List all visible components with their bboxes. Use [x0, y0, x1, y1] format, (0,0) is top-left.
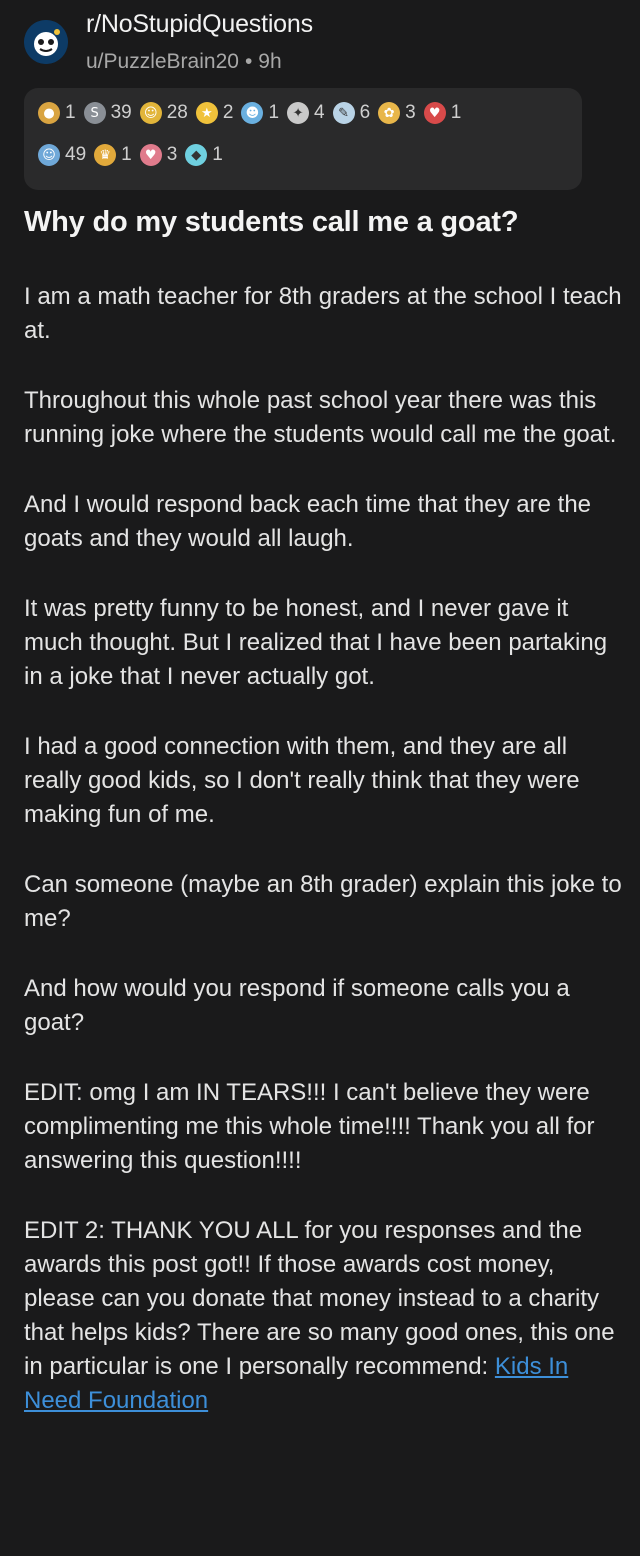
award-platinum[interactable]: ◆ 1 — [185, 144, 223, 166]
award-helpful[interactable]: ● 1 — [38, 102, 76, 124]
award-heart-eyes[interactable]: ♥ 3 — [139, 144, 178, 166]
award-count: 4 — [314, 102, 325, 123]
post-title: Why do my students call me a goat? — [24, 206, 519, 238]
post-paragraph: And I would respond back each time that … — [24, 491, 592, 552]
hug-award-icon: ✿ — [378, 102, 401, 124]
award-count: 49 — [65, 144, 87, 165]
award-count: 3 — [166, 144, 178, 165]
award-count: 28 — [166, 102, 188, 123]
author-link[interactable]: u/PuzzleBrain20 — [86, 50, 239, 73]
award-pencil[interactable]: ✎ 6 — [332, 102, 371, 124]
award-laughing[interactable]: ☻ 1 — [241, 102, 279, 124]
heart-eyes-award-icon: ♥ — [139, 144, 162, 166]
helpful-award-icon: ● — [38, 102, 60, 124]
award-count: 1 — [65, 102, 76, 123]
award-count: 1 — [212, 144, 223, 165]
post-paragraph: I had a good connection with them, and t… — [24, 733, 580, 828]
post-paragraph: Throughout this whole past school year t… — [24, 387, 617, 448]
award-count: 3 — [405, 102, 416, 123]
post-paragraph: I am a math teacher for 8th graders at t… — [24, 283, 622, 344]
face-award-icon: ☺ — [38, 144, 60, 166]
heart-award-icon: ♥ — [423, 102, 446, 124]
rocket-award-icon: ✦ — [287, 102, 310, 124]
subreddit-logo-icon — [24, 20, 68, 64]
award-rocket[interactable]: ✦ 4 — [287, 102, 325, 124]
platinum-award-icon: ◆ — [185, 144, 208, 166]
award-wholesome[interactable]: ☺ 28 — [139, 102, 188, 124]
post-meta: u/PuzzleBrain20 • 9h — [86, 50, 282, 74]
award-count: 1 — [268, 102, 280, 123]
trophy-award-icon: ♛ — [94, 144, 117, 166]
award-count: 2 — [222, 102, 234, 123]
award-count: 6 — [359, 102, 371, 123]
awards-row-1: ● 1 S 39 ☺ 28 ★ 2 ☻ 1 ✦ 4 ✎ 6 ✿ 3 ♥ 1 — [38, 102, 469, 124]
award-count: 1 — [450, 102, 462, 123]
post-paragraph-edit2: EDIT 2: THANK YOU ALL for you responses … — [24, 1214, 624, 1418]
award-gold[interactable]: ★ 2 — [195, 102, 234, 124]
award-face[interactable]: ☺ 49 — [38, 144, 86, 166]
meta-separator: • — [244, 50, 253, 73]
subreddit-name[interactable]: r/NoStupidQuestions — [86, 10, 313, 39]
silver-award-icon: S — [83, 102, 106, 124]
award-count: 1 — [121, 144, 132, 165]
post-age: 9h — [258, 50, 282, 73]
award-hug[interactable]: ✿ 3 — [378, 102, 416, 124]
gold-award-icon: ★ — [195, 102, 218, 124]
post-paragraph: Can someone (maybe an 8th grader) explai… — [24, 871, 622, 932]
award-heart[interactable]: ♥ 1 — [423, 102, 462, 124]
award-count: 39 — [110, 102, 132, 123]
post-paragraph: It was pretty funny to be honest, and I … — [24, 595, 608, 690]
awards-panel[interactable]: ● 1 S 39 ☺ 28 ★ 2 ☻ 1 ✦ 4 ✎ 6 ✿ 3 ♥ 1 ☺ 49 ♛ 1 ♥ 3 ◆… — [24, 88, 582, 190]
award-silver[interactable]: S 39 — [83, 102, 132, 124]
pencil-award-icon: ✎ — [332, 102, 355, 124]
post-paragraph: And how would you respond if someone cal… — [24, 975, 570, 1036]
wholesome-award-icon: ☺ — [139, 102, 162, 124]
awards-row-2: ☺ 49 ♛ 1 ♥ 3 ◆ 1 — [38, 144, 231, 166]
post-paragraph: EDIT: omg I am IN TEARS!!! I can't belie… — [24, 1079, 595, 1174]
post-header: r/NoStupidQuestions u/PuzzleBrain20 • 9h — [24, 6, 624, 74]
subreddit-avatar[interactable] — [24, 20, 68, 64]
post-body: I am a math teacher for 8th graders at t… — [24, 280, 624, 1454]
laughing-award-icon: ☻ — [241, 102, 264, 124]
award-trophy[interactable]: ♛ 1 — [94, 144, 132, 166]
